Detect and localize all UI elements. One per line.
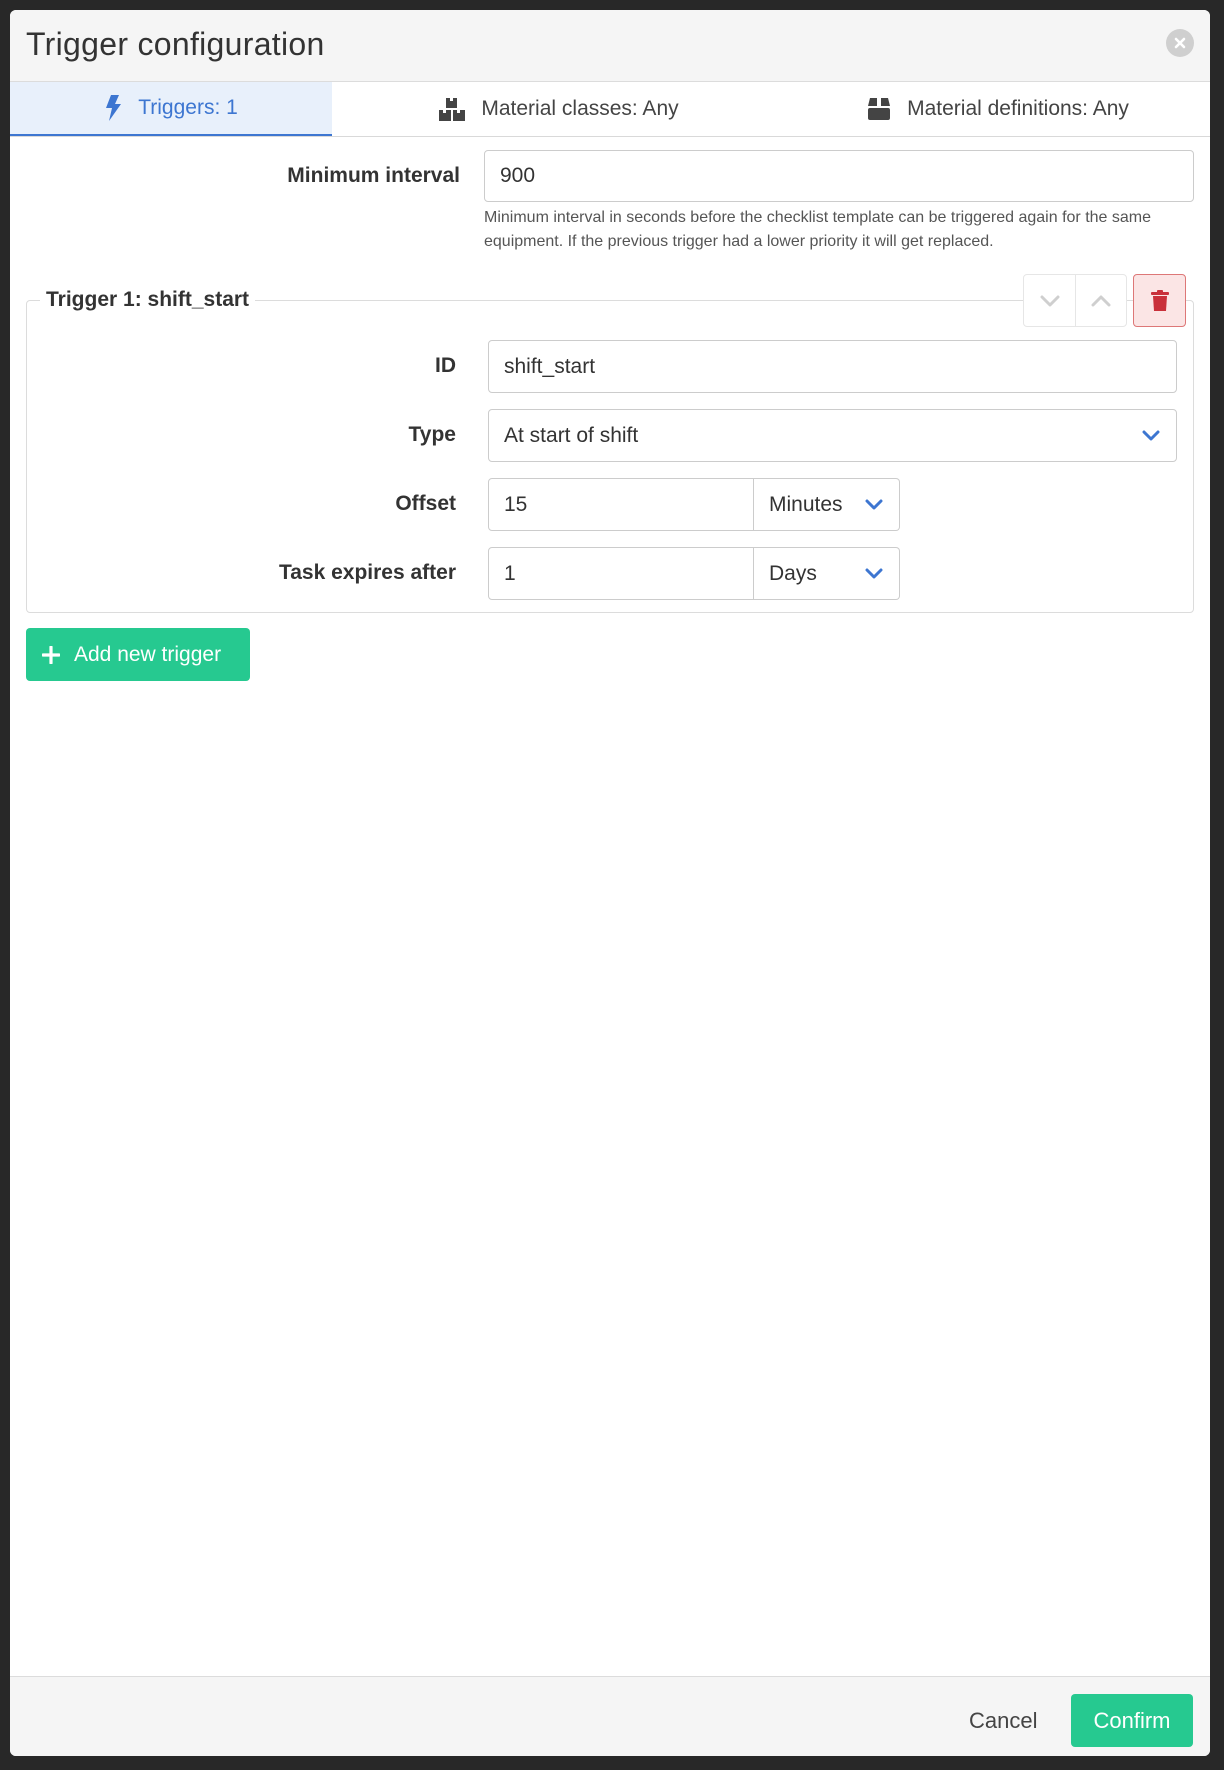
add-trigger-label: Add new trigger xyxy=(74,642,222,666)
chevron-up-icon xyxy=(1091,295,1111,306)
offset-unit-value: Minutes xyxy=(769,492,843,516)
modal-header: Trigger configuration xyxy=(10,10,1210,82)
move-down-button[interactable] xyxy=(1024,275,1075,326)
tab-material-classes[interactable]: Material classes: Any xyxy=(332,82,786,136)
close-button[interactable] xyxy=(1166,29,1194,57)
tab-material-definitions[interactable]: Material definitions: Any xyxy=(786,82,1210,136)
tab-triggers-label: Triggers: 1 xyxy=(138,96,238,119)
reorder-buttons xyxy=(1023,274,1127,327)
boxes-icon xyxy=(439,97,466,121)
trigger-type-value: At start of shift xyxy=(504,423,639,447)
add-trigger-button[interactable]: Add new trigger xyxy=(26,628,250,681)
confirm-button[interactable]: Confirm xyxy=(1071,1694,1193,1747)
tab-bar: Triggers: 1 Material classes: Any Materi… xyxy=(10,82,1210,137)
trigger-type-select[interactable]: At start of shift xyxy=(488,409,1177,462)
modal-title: Trigger configuration xyxy=(26,26,325,62)
chevron-down-icon xyxy=(1142,430,1160,442)
trigger-type-label: Type xyxy=(408,423,456,446)
tab-material-definitions-label: Material definitions: Any xyxy=(907,97,1129,120)
minimum-interval-label: Minimum interval xyxy=(287,164,460,187)
move-up-button[interactable] xyxy=(1075,275,1126,326)
trash-icon xyxy=(1150,289,1169,311)
bolt-icon xyxy=(104,95,122,121)
chevron-down-icon xyxy=(865,568,883,580)
cancel-button[interactable]: Cancel xyxy=(953,1694,1053,1747)
minimum-interval-input[interactable]: 900 xyxy=(484,150,1194,202)
minimum-interval-help: Minimum interval in seconds before the c… xyxy=(484,209,1152,250)
modal-footer: Cancel Confirm xyxy=(10,1676,1210,1756)
box-icon xyxy=(867,97,891,121)
trigger-config-modal: Trigger configuration Triggers: 1 Materi… xyxy=(10,10,1210,1756)
offset-unit-select[interactable]: Minutes xyxy=(754,478,900,531)
trigger-id-label: ID xyxy=(435,354,456,377)
close-icon xyxy=(1174,37,1186,49)
plus-icon xyxy=(42,645,60,664)
offset-label: Offset xyxy=(395,492,456,515)
trigger-id-input[interactable]: shift_start xyxy=(488,340,1177,393)
expires-input[interactable]: 1 xyxy=(488,547,754,600)
expires-unit-value: Days xyxy=(769,561,817,585)
chevron-down-icon xyxy=(865,499,883,511)
trigger-legend: Trigger 1: shift_start xyxy=(40,288,256,312)
chevron-down-icon xyxy=(1040,295,1059,306)
offset-input[interactable]: 15 xyxy=(488,478,754,531)
tab-triggers[interactable]: Triggers: 1 xyxy=(10,82,332,136)
delete-trigger-button[interactable] xyxy=(1133,274,1186,327)
expires-label: Task expires after xyxy=(278,561,456,584)
tab-material-classes-label: Material classes: Any xyxy=(481,97,679,120)
expires-unit-select[interactable]: Days xyxy=(754,547,900,600)
